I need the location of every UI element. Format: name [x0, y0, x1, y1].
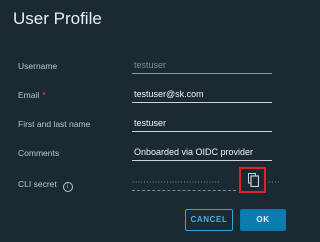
email-label: Email * — [18, 87, 46, 103]
email-field[interactable]: testuser@sk.com — [132, 87, 272, 103]
cli-secret-field: ······························· — [132, 178, 236, 191]
username-label: Username — [18, 61, 58, 71]
name-label: First and last name — [18, 119, 91, 129]
name-row: First and last name testuser — [0, 116, 299, 132]
cli-secret-label-text: CLI secret — [18, 179, 57, 189]
cli-secret-label: CLI secret i — [18, 176, 73, 192]
required-indicator: * — [42, 90, 46, 100]
username-row: Username testuser — [0, 58, 299, 74]
cli-secret-row: CLI secret i ····························… — [0, 167, 299, 193]
cancel-button[interactable]: CANCEL — [185, 209, 233, 231]
comments-field[interactable]: Onboarded via OIDC provider — [132, 145, 272, 161]
cli-secret-overflow: ···· — [268, 178, 281, 187]
copy-icon — [248, 173, 259, 187]
user-profile-dialog: User Profile Username testuser Email * te… — [0, 0, 299, 242]
copy-button[interactable] — [239, 167, 266, 193]
email-row: Email * testuser@sk.com — [0, 87, 299, 103]
username-field: testuser — [132, 58, 272, 74]
comments-row: Comments Onboarded via OIDC provider — [0, 145, 299, 161]
name-field[interactable]: testuser — [132, 116, 272, 132]
ok-button[interactable]: OK — [240, 209, 286, 231]
email-label-text: Email — [18, 90, 40, 100]
dialog-title: User Profile — [13, 9, 102, 28]
comments-label: Comments — [18, 148, 60, 158]
info-icon[interactable]: i — [62, 182, 73, 192]
